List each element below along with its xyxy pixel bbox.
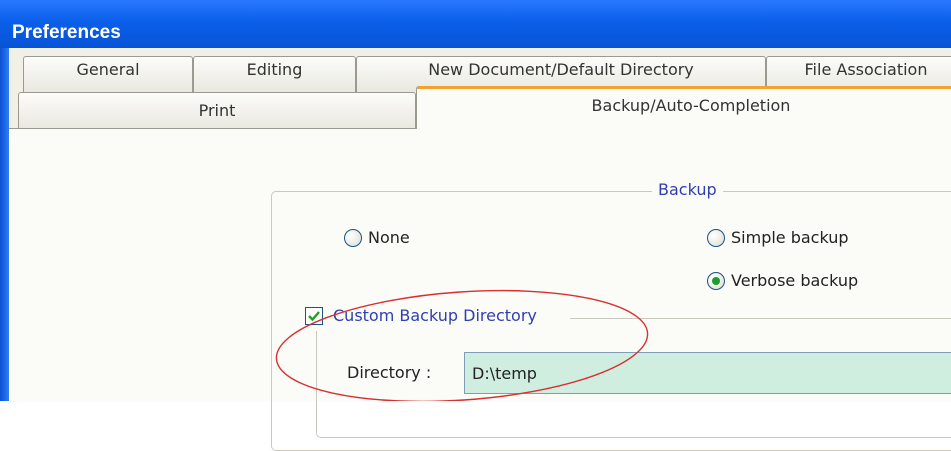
tab-label: File Association xyxy=(804,60,928,79)
directory-label: Directory : xyxy=(347,363,432,382)
radio-selected-dot xyxy=(712,277,720,285)
tab-label: Print xyxy=(198,101,236,120)
tab-print[interactable]: Print xyxy=(18,92,416,129)
title-bar[interactable]: Preferences xyxy=(0,0,951,48)
radio-none[interactable] xyxy=(344,229,362,247)
tab-backup-auto-completion[interactable]: Backup/Auto-Completion xyxy=(416,86,951,129)
window-frame-left xyxy=(0,48,9,401)
radio-simple-backup-label: Simple backup xyxy=(731,228,849,247)
window-title: Preferences xyxy=(12,22,121,43)
backup-group-legend: Backup xyxy=(652,180,723,199)
tab-editing[interactable]: Editing xyxy=(193,56,356,92)
radio-verbose-backup-label: Verbose backup xyxy=(731,271,859,290)
tab-label: General xyxy=(76,60,140,79)
tab-general[interactable]: General xyxy=(23,56,193,92)
custom-backup-directory-label[interactable]: Custom Backup Directory xyxy=(333,306,537,325)
directory-input[interactable] xyxy=(464,352,951,394)
custom-backup-directory-checkbox[interactable] xyxy=(305,307,323,325)
tab-label: Backup/Auto-Completion xyxy=(591,96,791,115)
tab-label: Editing xyxy=(246,60,303,79)
active-tab-accent xyxy=(417,86,951,89)
radio-simple-backup[interactable] xyxy=(707,229,725,247)
tab-label: New Document/Default Directory xyxy=(428,60,694,79)
radio-none-label: None xyxy=(368,228,410,247)
check-icon xyxy=(308,311,320,322)
radio-verbose-backup[interactable] xyxy=(707,272,725,290)
